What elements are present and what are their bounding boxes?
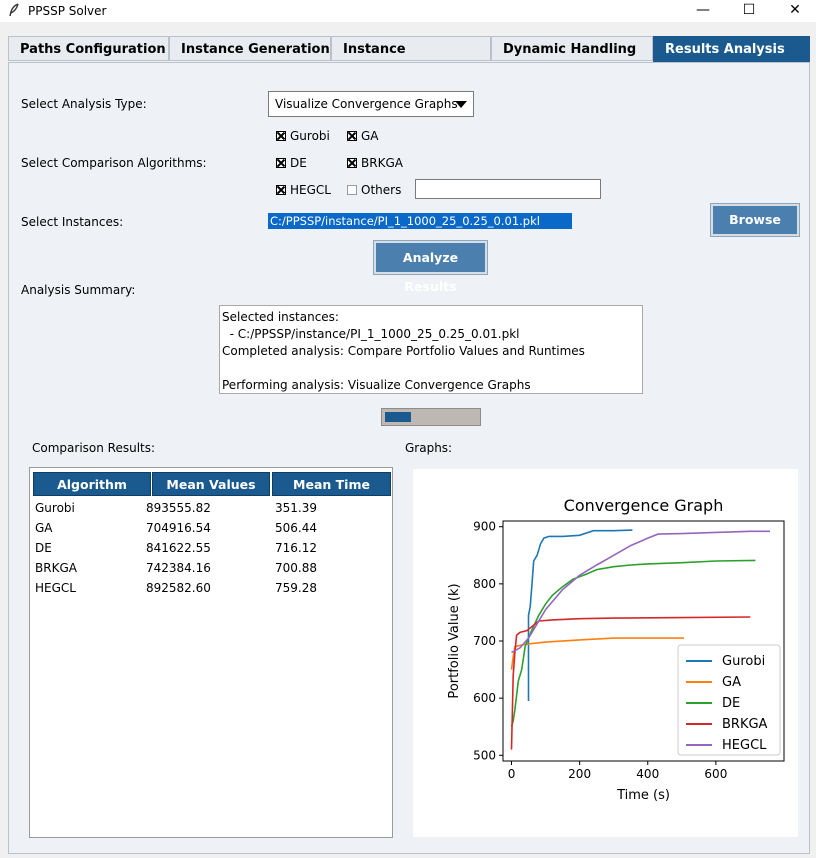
checkbox-unchecked-icon bbox=[347, 185, 357, 195]
window-title: PPSSP Solver bbox=[28, 4, 107, 18]
comparison-results-label: Comparison Results: bbox=[32, 441, 156, 455]
cell-mean-time: 759.28 bbox=[275, 581, 317, 595]
feather-icon bbox=[9, 3, 19, 17]
analysis-summary-label: Analysis Summary: bbox=[21, 283, 136, 297]
checkbox-others[interactable]: Others bbox=[347, 183, 401, 197]
x-tick-label: 400 bbox=[636, 767, 659, 781]
chart-title: Convergence Graph bbox=[564, 496, 724, 515]
x-axis-label: Time (s) bbox=[616, 788, 670, 803]
comparison-table[interactable]: Algorithm Mean Values Mean Time Gurobi 8… bbox=[29, 467, 393, 838]
others-input[interactable] bbox=[415, 179, 601, 199]
cell-algorithm: BRKGA bbox=[35, 561, 77, 575]
tab-results-analysis[interactable]: Results Analysis bbox=[653, 36, 810, 62]
y-tick-label: 900 bbox=[473, 520, 496, 534]
y-axis-label: Portfolio Value (k) bbox=[447, 583, 462, 698]
checkbox-ga[interactable]: GA bbox=[347, 129, 379, 143]
checkbox-brkga[interactable]: BRKGA bbox=[347, 156, 403, 170]
minimize-button[interactable]: — bbox=[680, 0, 726, 22]
y-tick-label: 500 bbox=[473, 748, 496, 762]
column-header-mean-values[interactable]: Mean Values bbox=[152, 472, 270, 496]
tab-dynamic-handling[interactable]: Dynamic Handling bbox=[491, 36, 653, 61]
cell-mean-value: 841622.55 bbox=[146, 541, 211, 555]
cell-mean-time: 506.44 bbox=[275, 521, 317, 535]
progress-fill bbox=[385, 412, 411, 422]
y-tick-label: 700 bbox=[473, 634, 496, 648]
maximize-button[interactable]: ☐ bbox=[726, 0, 772, 22]
column-header-algorithm[interactable]: Algorithm bbox=[33, 472, 151, 496]
cell-algorithm: DE bbox=[35, 541, 52, 555]
progress-bar bbox=[381, 408, 481, 426]
checkbox-checked-icon bbox=[276, 185, 286, 195]
x-tick-label: 0 bbox=[508, 767, 516, 781]
instances-label: Select Instances: bbox=[21, 215, 124, 229]
close-button[interactable]: ✕ bbox=[772, 0, 816, 22]
tab-paths-configuration[interactable]: Paths Configuration bbox=[8, 36, 169, 61]
browse-button[interactable]: Browse bbox=[711, 204, 799, 236]
analysis-type-value: Visualize Convergence Graphs bbox=[275, 97, 458, 111]
legend-label: GA bbox=[722, 675, 741, 690]
y-tick-label: 800 bbox=[473, 577, 496, 591]
x-tick-label: 200 bbox=[568, 767, 591, 781]
convergence-chart: Convergence Graph Time (s) Portfolio Value… bbox=[447, 496, 785, 803]
analysis-type-dropdown[interactable]: Visualize Convergence Graphs bbox=[268, 91, 474, 117]
series-line-ga bbox=[510, 637, 684, 670]
tab-instance-optimization[interactable]: Instance Optimization bbox=[331, 36, 491, 82]
instance-listbox-selected[interactable]: C:/PPSSP/instance/PI_1_1000_25_0.25_0.01… bbox=[268, 213, 572, 229]
cell-algorithm: HEGCL bbox=[35, 581, 76, 595]
legend-label: Gurobi bbox=[722, 654, 765, 669]
checkbox-checked-icon bbox=[347, 131, 357, 141]
checkbox-hegcl[interactable]: HEGCL bbox=[276, 183, 331, 197]
analysis-summary-text: Selected instances: - C:/PPSSP/instance/… bbox=[219, 305, 643, 394]
checkbox-gurobi[interactable]: Gurobi bbox=[276, 129, 330, 143]
x-tick-label: 600 bbox=[704, 767, 727, 781]
convergence-chart-canvas: Convergence Graph Time (s) Portfolio Value… bbox=[413, 469, 798, 837]
cell-mean-value: 893555.82 bbox=[146, 501, 211, 515]
checkbox-checked-icon bbox=[347, 158, 357, 168]
analyze-results-button[interactable]: Analyze Results bbox=[374, 241, 487, 294]
checkbox-checked-icon bbox=[276, 158, 286, 168]
cell-algorithm: GA bbox=[35, 521, 53, 535]
analysis-type-label: Select Analysis Type: bbox=[21, 97, 147, 111]
legend-label: HEGCL bbox=[722, 738, 767, 753]
cell-mean-time: 700.88 bbox=[275, 561, 317, 575]
tab-bar: Paths Configuration Instance Generation … bbox=[8, 36, 810, 82]
cell-mean-value: 742384.16 bbox=[146, 561, 211, 575]
checkbox-de[interactable]: DE bbox=[276, 156, 307, 170]
y-tick-label: 600 bbox=[473, 691, 496, 705]
cell-mean-value: 704916.54 bbox=[146, 521, 211, 535]
algorithms-label: Select Comparison Algorithms: bbox=[21, 156, 207, 170]
title-bar: PPSSP Solver — ☐ ✕ bbox=[0, 0, 816, 22]
column-header-mean-time[interactable]: Mean Time bbox=[272, 472, 391, 496]
cell-mean-time: 351.39 bbox=[275, 501, 317, 515]
series-line-gurobi bbox=[527, 529, 633, 701]
legend-label: BRKGA bbox=[722, 717, 768, 732]
graphs-label: Graphs: bbox=[405, 441, 453, 455]
series-line-hegcl bbox=[511, 530, 770, 654]
legend-label: DE bbox=[722, 696, 740, 711]
cell-mean-value: 892582.60 bbox=[146, 581, 211, 595]
cell-algorithm: Gurobi bbox=[35, 501, 75, 515]
cell-mean-time: 716.12 bbox=[275, 541, 317, 555]
tab-instance-generation[interactable]: Instance Generation bbox=[169, 36, 331, 61]
checkbox-checked-icon bbox=[276, 131, 286, 141]
chevron-down-icon bbox=[455, 101, 467, 108]
